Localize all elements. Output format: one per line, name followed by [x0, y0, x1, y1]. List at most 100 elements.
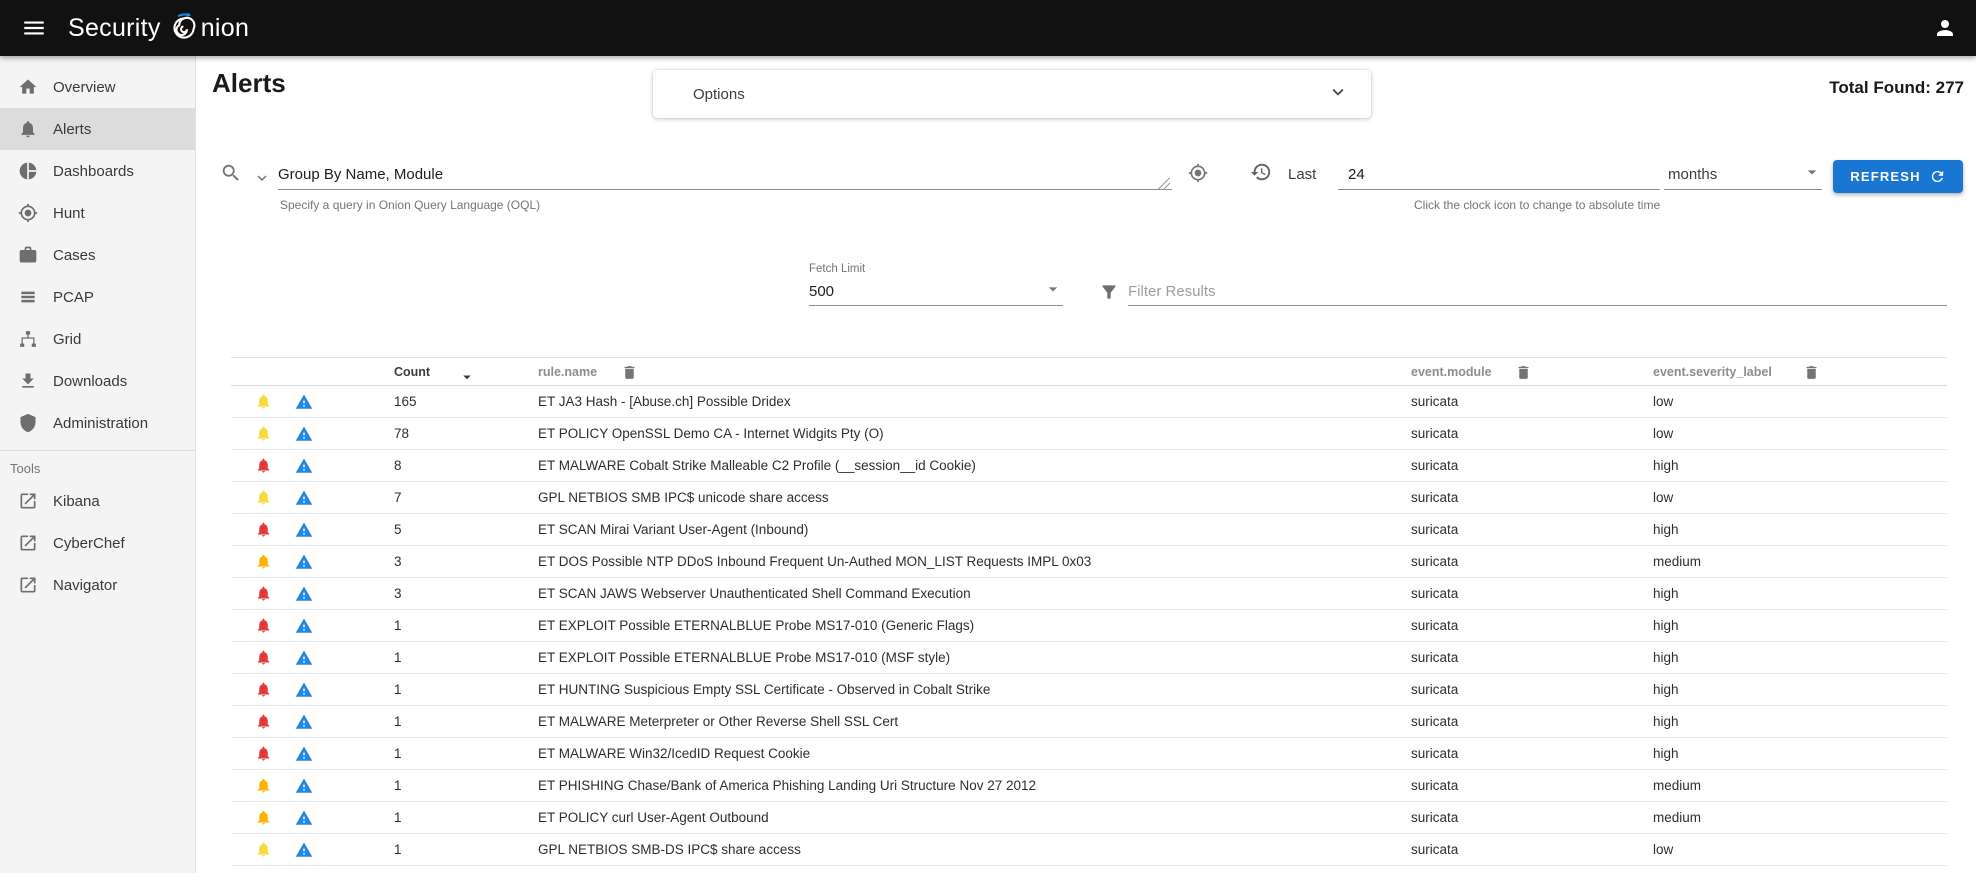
warning-triangle-icon: [295, 713, 313, 734]
severity-bell-icon: [255, 745, 272, 765]
row-event-module: suricata: [1411, 738, 1458, 770]
row-rule-name: ET POLICY OpenSSL Demo CA - Internet Wid…: [538, 418, 884, 450]
row-severity-label: high: [1653, 514, 1679, 546]
textarea-resize-handle[interactable]: [1158, 178, 1170, 190]
row-count: 1: [394, 642, 402, 674]
row-event-module: suricata: [1411, 482, 1458, 514]
table-row[interactable]: 1 ET HUNTING Suspicious Empty SSL Certif…: [231, 674, 1947, 706]
row-rule-name: ET SCAN JAWS Webserver Unauthenticated S…: [538, 578, 971, 610]
table-row[interactable]: 3 ET SCAN JAWS Webserver Unauthenticated…: [231, 578, 1947, 610]
sidebar-item-administration[interactable]: Administration: [0, 402, 195, 444]
table-row[interactable]: 1 ET PHISHING Chase/Bank of America Phis…: [231, 770, 1947, 802]
sidebar-item-overview[interactable]: Overview: [0, 66, 195, 108]
user-account-icon[interactable]: [1932, 16, 1958, 42]
onion-spiral-icon: [168, 12, 200, 44]
column-header-event-module: event.module: [1411, 358, 1492, 387]
table-row[interactable]: 1 ET MALWARE Meterpreter or Other Revers…: [231, 706, 1947, 738]
row-event-module: suricata: [1411, 642, 1458, 674]
table-row[interactable]: 165 ET JA3 Hash - [Abuse.ch] Possible Dr…: [231, 386, 1947, 418]
download-icon: [18, 371, 38, 391]
row-rule-name: ET POLICY curl User-Agent Outbound: [538, 802, 769, 834]
table-row[interactable]: 8 ET MALWARE Cobalt Strike Malleable C2 …: [231, 450, 1947, 482]
fetch-limit-select[interactable]: 500: [809, 278, 1063, 306]
sidebar-item-pcap[interactable]: PCAP: [0, 276, 195, 318]
row-rule-name: ET HUNTING Suspicious Empty SSL Certific…: [538, 674, 990, 706]
search-icon[interactable]: [220, 162, 242, 187]
security-onion-app: Security nion Overview Alerts Dashboards…: [0, 0, 1976, 873]
dropdown-arrow-icon: [1802, 162, 1822, 187]
warning-triangle-icon: [295, 553, 313, 574]
sidebar-item-hunt[interactable]: Hunt: [0, 192, 195, 234]
query-input[interactable]: [278, 160, 1172, 190]
sidebar-nav: Overview Alerts Dashboards Hunt Cases PC…: [0, 66, 195, 444]
remove-column-module-trash-icon[interactable]: [1515, 364, 1532, 381]
dropdown-arrow-icon: [1043, 279, 1063, 304]
open-in-new-icon: [18, 491, 38, 511]
network-icon: [18, 329, 38, 349]
options-panel-toggle[interactable]: Options: [653, 70, 1371, 118]
row-count: 3: [394, 578, 402, 610]
list-icon: [18, 287, 38, 307]
row-rule-name: ET EXPLOIT Possible ETERNALBLUE Probe MS…: [538, 610, 974, 642]
row-count: 1: [394, 674, 402, 706]
table-row[interactable]: 1 ET MALWARE Win32/IcedID Request Cookie…: [231, 738, 1947, 770]
logo-text-prefix: Security: [68, 16, 161, 41]
sidebar-item-downloads[interactable]: Downloads: [0, 360, 195, 402]
table-row[interactable]: 78 ET POLICY OpenSSL Demo CA - Internet …: [231, 418, 1947, 450]
sidebar-item-alerts[interactable]: Alerts: [0, 108, 195, 150]
table-row[interactable]: 1 GPL NETBIOS SMB-DS IPC$ share access s…: [231, 834, 1947, 866]
sidebar-item-grid[interactable]: Grid: [0, 318, 195, 360]
shield-icon: [18, 413, 38, 433]
table-row[interactable]: 1 ET POLICY curl User-Agent Outbound sur…: [231, 802, 1947, 834]
time-unit-select[interactable]: months: [1664, 160, 1822, 190]
query-history-chevron-icon[interactable]: [253, 169, 271, 190]
alerts-table: Count rule.name event.module event.sever…: [231, 357, 1947, 866]
options-label: Options: [693, 86, 745, 103]
bell-icon: [18, 119, 38, 139]
refresh-button[interactable]: REFRESH: [1833, 160, 1963, 193]
logo-text-suffix: nion: [201, 16, 249, 41]
sidebar-tools: Kibana CyberChef Navigator: [0, 480, 195, 606]
row-severity-label: high: [1653, 578, 1679, 610]
row-rule-name: ET MALWARE Win32/IcedID Request Cookie: [538, 738, 810, 770]
actions-target-icon[interactable]: [1188, 163, 1208, 186]
warning-triangle-icon: [295, 585, 313, 606]
pie-chart-icon: [18, 161, 38, 181]
row-count: 3: [394, 546, 402, 578]
menu-icon[interactable]: [14, 8, 54, 48]
remove-column-severity-trash-icon[interactable]: [1803, 364, 1820, 381]
row-event-module: suricata: [1411, 802, 1458, 834]
sidebar-item-kibana[interactable]: Kibana: [0, 480, 195, 522]
table-row[interactable]: 3 ET DOS Possible NTP DDoS Inbound Frequ…: [231, 546, 1947, 578]
row-count: 5: [394, 514, 402, 546]
row-rule-name: ET JA3 Hash - [Abuse.ch] Possible Dridex: [538, 386, 791, 418]
severity-bell-icon: [255, 777, 272, 797]
sidebar-item-navigator[interactable]: Navigator: [0, 564, 195, 606]
topbar: Security nion: [0, 0, 1976, 56]
row-severity-label: high: [1653, 674, 1679, 706]
filter-results-input[interactable]: [1128, 278, 1947, 306]
column-header-severity-label: event.severity_label: [1653, 358, 1772, 387]
crosshair-icon: [18, 203, 38, 223]
table-row[interactable]: 1 ET EXPLOIT Possible ETERNALBLUE Probe …: [231, 642, 1947, 674]
sidebar-item-cyberchef[interactable]: CyberChef: [0, 522, 195, 564]
sidebar-item-dashboards[interactable]: Dashboards: [0, 150, 195, 192]
table-row[interactable]: 7 GPL NETBIOS SMB IPC$ unicode share acc…: [231, 482, 1947, 514]
warning-triangle-icon: [295, 521, 313, 542]
severity-bell-icon: [255, 681, 272, 701]
table-row[interactable]: 1 ET EXPLOIT Possible ETERNALBLUE Probe …: [231, 610, 1947, 642]
filter-funnel-icon: [1099, 282, 1119, 307]
table-row[interactable]: 5 ET SCAN Mirai Variant User-Agent (Inbo…: [231, 514, 1947, 546]
row-event-module: suricata: [1411, 834, 1458, 866]
column-header-count[interactable]: Count: [394, 358, 430, 387]
time-amount-input[interactable]: [1338, 160, 1660, 190]
row-count: 1: [394, 706, 402, 738]
row-rule-name: ET EXPLOIT Possible ETERNALBLUE Probe MS…: [538, 642, 950, 674]
sidebar-item-cases[interactable]: Cases: [0, 234, 195, 276]
row-count: 1: [394, 834, 402, 866]
clock-history-icon[interactable]: [1250, 161, 1272, 186]
row-event-module: suricata: [1411, 386, 1458, 418]
row-severity-label: high: [1653, 450, 1679, 482]
remove-column-rule-trash-icon[interactable]: [621, 364, 638, 381]
severity-bell-icon: [255, 585, 272, 605]
